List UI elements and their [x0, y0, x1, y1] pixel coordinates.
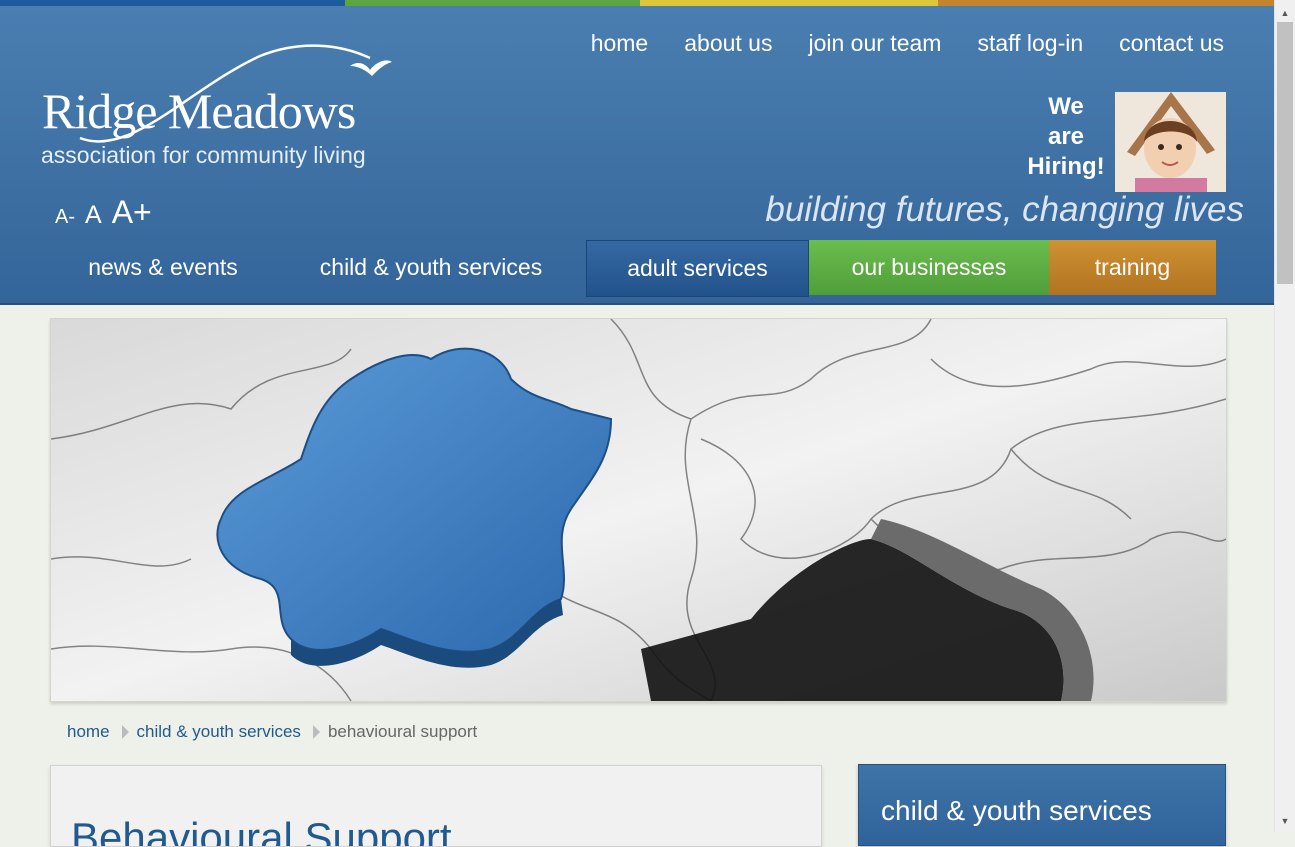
hiring-link[interactable]: We are Hiring! [1026, 92, 1106, 182]
chevron-right-icon [312, 725, 320, 739]
tagline: building futures, changing lives [765, 190, 1244, 229]
triangle-up-icon[interactable]: ▲ [1275, 4, 1295, 22]
sidebar-card: child & youth services [858, 764, 1226, 846]
font-increase-button[interactable]: A+ [112, 194, 152, 231]
logo-subtitle: association for community living [41, 142, 366, 168]
font-size-controls: A- A A+ [55, 194, 152, 231]
font-reset-button[interactable]: A [85, 201, 102, 230]
site-header: Ridge Meadows association for community … [0, 6, 1275, 305]
hiring-line: We [1048, 93, 1084, 120]
chevron-right-icon [121, 725, 129, 739]
main-content-card: Behavioural Support [50, 765, 822, 847]
scrollbar-thumb[interactable] [1277, 22, 1293, 284]
breadcrumb: home child & youth services behavioural … [67, 722, 477, 742]
hiring-photo[interactable] [1115, 92, 1226, 192]
breadcrumb-current: behavioural support [327, 722, 478, 741]
main-nav: news & events child & youth services adu… [50, 240, 1216, 297]
page-title: Behavioural Support [71, 814, 452, 847]
breadcrumb-home[interactable]: home [67, 722, 110, 742]
hiring-line: are [1047, 123, 1085, 150]
child-photo-image [1115, 92, 1226, 192]
logo-name: Ridge Meadows [42, 83, 356, 139]
puzzle-image [51, 319, 1226, 701]
main-nav-training[interactable]: training [1049, 240, 1216, 295]
top-nav: home about us join our team staff log-in… [591, 30, 1224, 57]
top-nav-home[interactable]: home [591, 30, 649, 57]
sidebar-title: child & youth services [881, 795, 1152, 826]
top-nav-join[interactable]: join our team [808, 30, 941, 57]
vertical-scrollbar[interactable]: ▲ ▼ [1274, 0, 1295, 832]
top-nav-about[interactable]: about us [684, 30, 772, 57]
site-logo[interactable]: Ridge Meadows association for community … [40, 38, 410, 178]
main-nav-businesses[interactable]: our businesses [809, 240, 1049, 295]
main-nav-news[interactable]: news & events [50, 240, 276, 295]
hero-banner [50, 318, 1227, 702]
font-decrease-button[interactable]: A- [55, 206, 75, 229]
top-nav-contact[interactable]: contact us [1119, 30, 1224, 57]
main-nav-child-youth[interactable]: child & youth services [276, 240, 586, 295]
hiring-line: Hiring! [1027, 153, 1105, 180]
breadcrumb-child-youth[interactable]: child & youth services [137, 722, 301, 742]
triangle-down-icon[interactable]: ▼ [1275, 812, 1295, 830]
top-nav-staff-login[interactable]: staff log-in [977, 30, 1083, 57]
main-nav-adult[interactable]: adult services [586, 240, 809, 297]
